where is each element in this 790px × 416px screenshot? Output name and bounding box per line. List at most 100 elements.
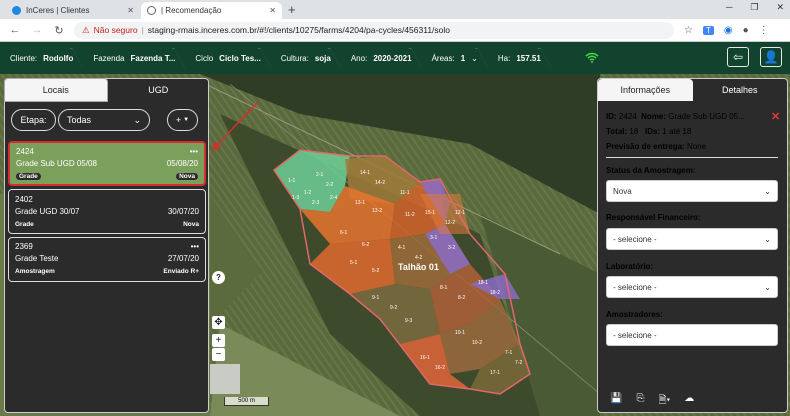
header-cultura[interactable]: Cultura: soja: [271, 42, 341, 74]
inceres-favicon-icon: [12, 6, 21, 15]
total-label: Total:: [606, 127, 628, 136]
status-select[interactable]: Nova ⌄: [606, 180, 778, 202]
close-icon[interactable]: ✕: [771, 110, 780, 123]
status-label: Status da Amostragem:: [606, 166, 696, 175]
save-icon[interactable]: 💾: [610, 393, 622, 410]
card-name: Grade Sub UGD 05/08: [16, 159, 97, 168]
card-id: 2424: [16, 147, 34, 156]
minimap[interactable]: [210, 364, 240, 394]
restore-icon[interactable]: ❐: [750, 2, 758, 13]
left-panel-tabs: Locais UGD: [4, 78, 209, 102]
add-dropdown-button[interactable]: + ▼: [167, 109, 198, 131]
svg-text:6-1: 6-1: [340, 230, 347, 236]
header-ciclo[interactable]: Ciclo Ciclo Tes...: [185, 42, 270, 74]
svg-text:13-1: 13-1: [355, 200, 365, 206]
new-tab-icon[interactable]: +: [288, 2, 296, 17]
security-label: Não seguro: [93, 25, 138, 35]
browser-tab-recomendacao[interactable]: | Recomendação ✕: [141, 2, 282, 19]
svg-text:13-2: 13-2: [372, 208, 382, 214]
back-icon[interactable]: ←: [8, 24, 22, 36]
cloud-upload-icon[interactable]: ☁: [684, 393, 694, 410]
user-button[interactable]: 👤: [760, 47, 782, 67]
header-cliente[interactable]: Cliente: Rodolfo: [0, 42, 83, 74]
sample-card-selected[interactable]: 2424 ••• Grade Sub UGD 05/08 05/08/20 Grad…: [8, 141, 206, 186]
ids-value: 1 até 18: [662, 127, 692, 136]
ha-label: Ha:: [497, 53, 511, 63]
help-button[interactable]: ?: [212, 271, 225, 284]
header-ano[interactable]: Ano: 2020-2021: [341, 42, 422, 74]
ano-label: Ano:: [350, 53, 368, 63]
close-tab-icon[interactable]: ✕: [127, 6, 134, 15]
responsavel-label: Responsável Financeiro:: [606, 213, 701, 222]
etapa-select[interactable]: Todas ⌄: [58, 109, 150, 131]
pan-button[interactable]: ✥: [212, 316, 225, 329]
id-value: 2424: [618, 112, 637, 121]
chevron-down-icon: ⌄: [764, 282, 771, 292]
menu-kebab-icon[interactable]: ⋮: [759, 25, 769, 36]
profile-icon[interactable]: ●: [743, 25, 749, 36]
more-dots-icon[interactable]: •••: [190, 147, 198, 156]
card-type: Amostragem: [15, 268, 55, 275]
areas-value: 1: [460, 53, 466, 63]
laboratorio-select[interactable]: - selecione - ⌄: [606, 276, 778, 298]
svg-text:5-2: 5-2: [372, 268, 379, 274]
zoom-in-button[interactable]: +: [212, 334, 225, 347]
info-previsao-row: Previsão de entrega: None: [606, 142, 706, 151]
browser-tab-clientes[interactable]: InCeres | Clientes ✕: [6, 2, 140, 19]
bookmark-star-icon[interactable]: ☆: [684, 25, 693, 36]
svg-text:9-2: 9-2: [390, 305, 397, 311]
close-tab-icon[interactable]: ✕: [269, 6, 276, 15]
amostradores-input[interactable]: - selecione -: [606, 324, 778, 346]
help-icon: ?: [216, 273, 221, 282]
translate-extension-icon[interactable]: T: [702, 25, 714, 35]
etapa-label: Etapa:: [11, 109, 56, 131]
app-header: Cliente: Rodolfo Fazenda Fazenda T... Cicl…: [0, 42, 790, 74]
forward-icon[interactable]: →: [30, 24, 44, 36]
close-window-icon[interactable]: ✕: [776, 2, 784, 13]
card-id: 2402: [15, 195, 33, 204]
sample-card[interactable]: 2402 Grade UGD 30/07 30/07/20 Grade Nova: [8, 189, 206, 234]
reload-icon[interactable]: ↻: [52, 24, 66, 37]
tab-detalhes[interactable]: Detalhes: [693, 79, 788, 101]
more-dots-icon[interactable]: •••: [191, 242, 199, 251]
url-field[interactable]: ⚠ Não seguro | staging-rmais.inceres.com…: [74, 21, 674, 39]
header-fazenda[interactable]: Fazenda Fazenda T...: [83, 42, 185, 74]
move-arrows-icon: ✥: [214, 317, 223, 328]
ciclo-value: Ciclo Tes...: [219, 53, 261, 63]
sample-card[interactable]: 2369 ••• Grade Teste 27/07/20 Amostragem En…: [8, 237, 206, 282]
cliente-label: Cliente:: [10, 53, 38, 63]
window-controls: ─ ❐ ✕: [726, 2, 784, 13]
ciclo-label: Ciclo: [195, 53, 214, 63]
responsavel-select[interactable]: - selecione - ⌄: [606, 228, 778, 250]
card-name: Grade Teste: [15, 254, 59, 263]
warning-icon: ⚠: [82, 24, 90, 35]
minimize-icon[interactable]: ─: [726, 2, 732, 13]
status-badge: Nova: [176, 173, 198, 180]
svg-text:1-1: 1-1: [288, 178, 295, 184]
ano-value: 2020-2021: [373, 53, 412, 63]
header-areas[interactable]: Áreas: 1 ⌄: [422, 42, 488, 74]
svg-text:1-3: 1-3: [292, 195, 299, 201]
document-dropdown-icon[interactable]: 🗎▾: [658, 393, 670, 410]
excel-export-icon[interactable]: ⎘: [636, 393, 644, 410]
svg-text:11-1: 11-1: [400, 190, 410, 196]
etapa-value: Todas: [67, 115, 92, 125]
extension-icon[interactable]: ◉: [724, 25, 733, 36]
zoom-out-button[interactable]: −: [212, 348, 225, 361]
plus-icon: +: [215, 335, 222, 346]
svg-text:14-1: 14-1: [360, 170, 370, 176]
cultura-value: soja: [314, 53, 331, 63]
svg-text:4-1: 4-1: [398, 245, 405, 251]
scale-bar: 500 m: [224, 397, 269, 406]
tab-ugd[interactable]: UGD: [108, 78, 210, 102]
tab-title: | Recomendação: [161, 6, 222, 15]
chevron-down-icon: ⌄: [471, 53, 478, 63]
svg-text:3-1: 3-1: [430, 235, 437, 241]
total-value: 18: [629, 127, 639, 136]
tab-informacoes[interactable]: Informações: [598, 79, 693, 101]
tab-locais[interactable]: Locais: [4, 78, 108, 102]
url-text: staging-rmais.inceres.com.br/#!/clients/…: [147, 25, 451, 35]
previsao-value: None: [686, 142, 707, 151]
logout-button[interactable]: ⇦: [727, 47, 749, 67]
card-date: 30/07/20: [167, 207, 199, 216]
